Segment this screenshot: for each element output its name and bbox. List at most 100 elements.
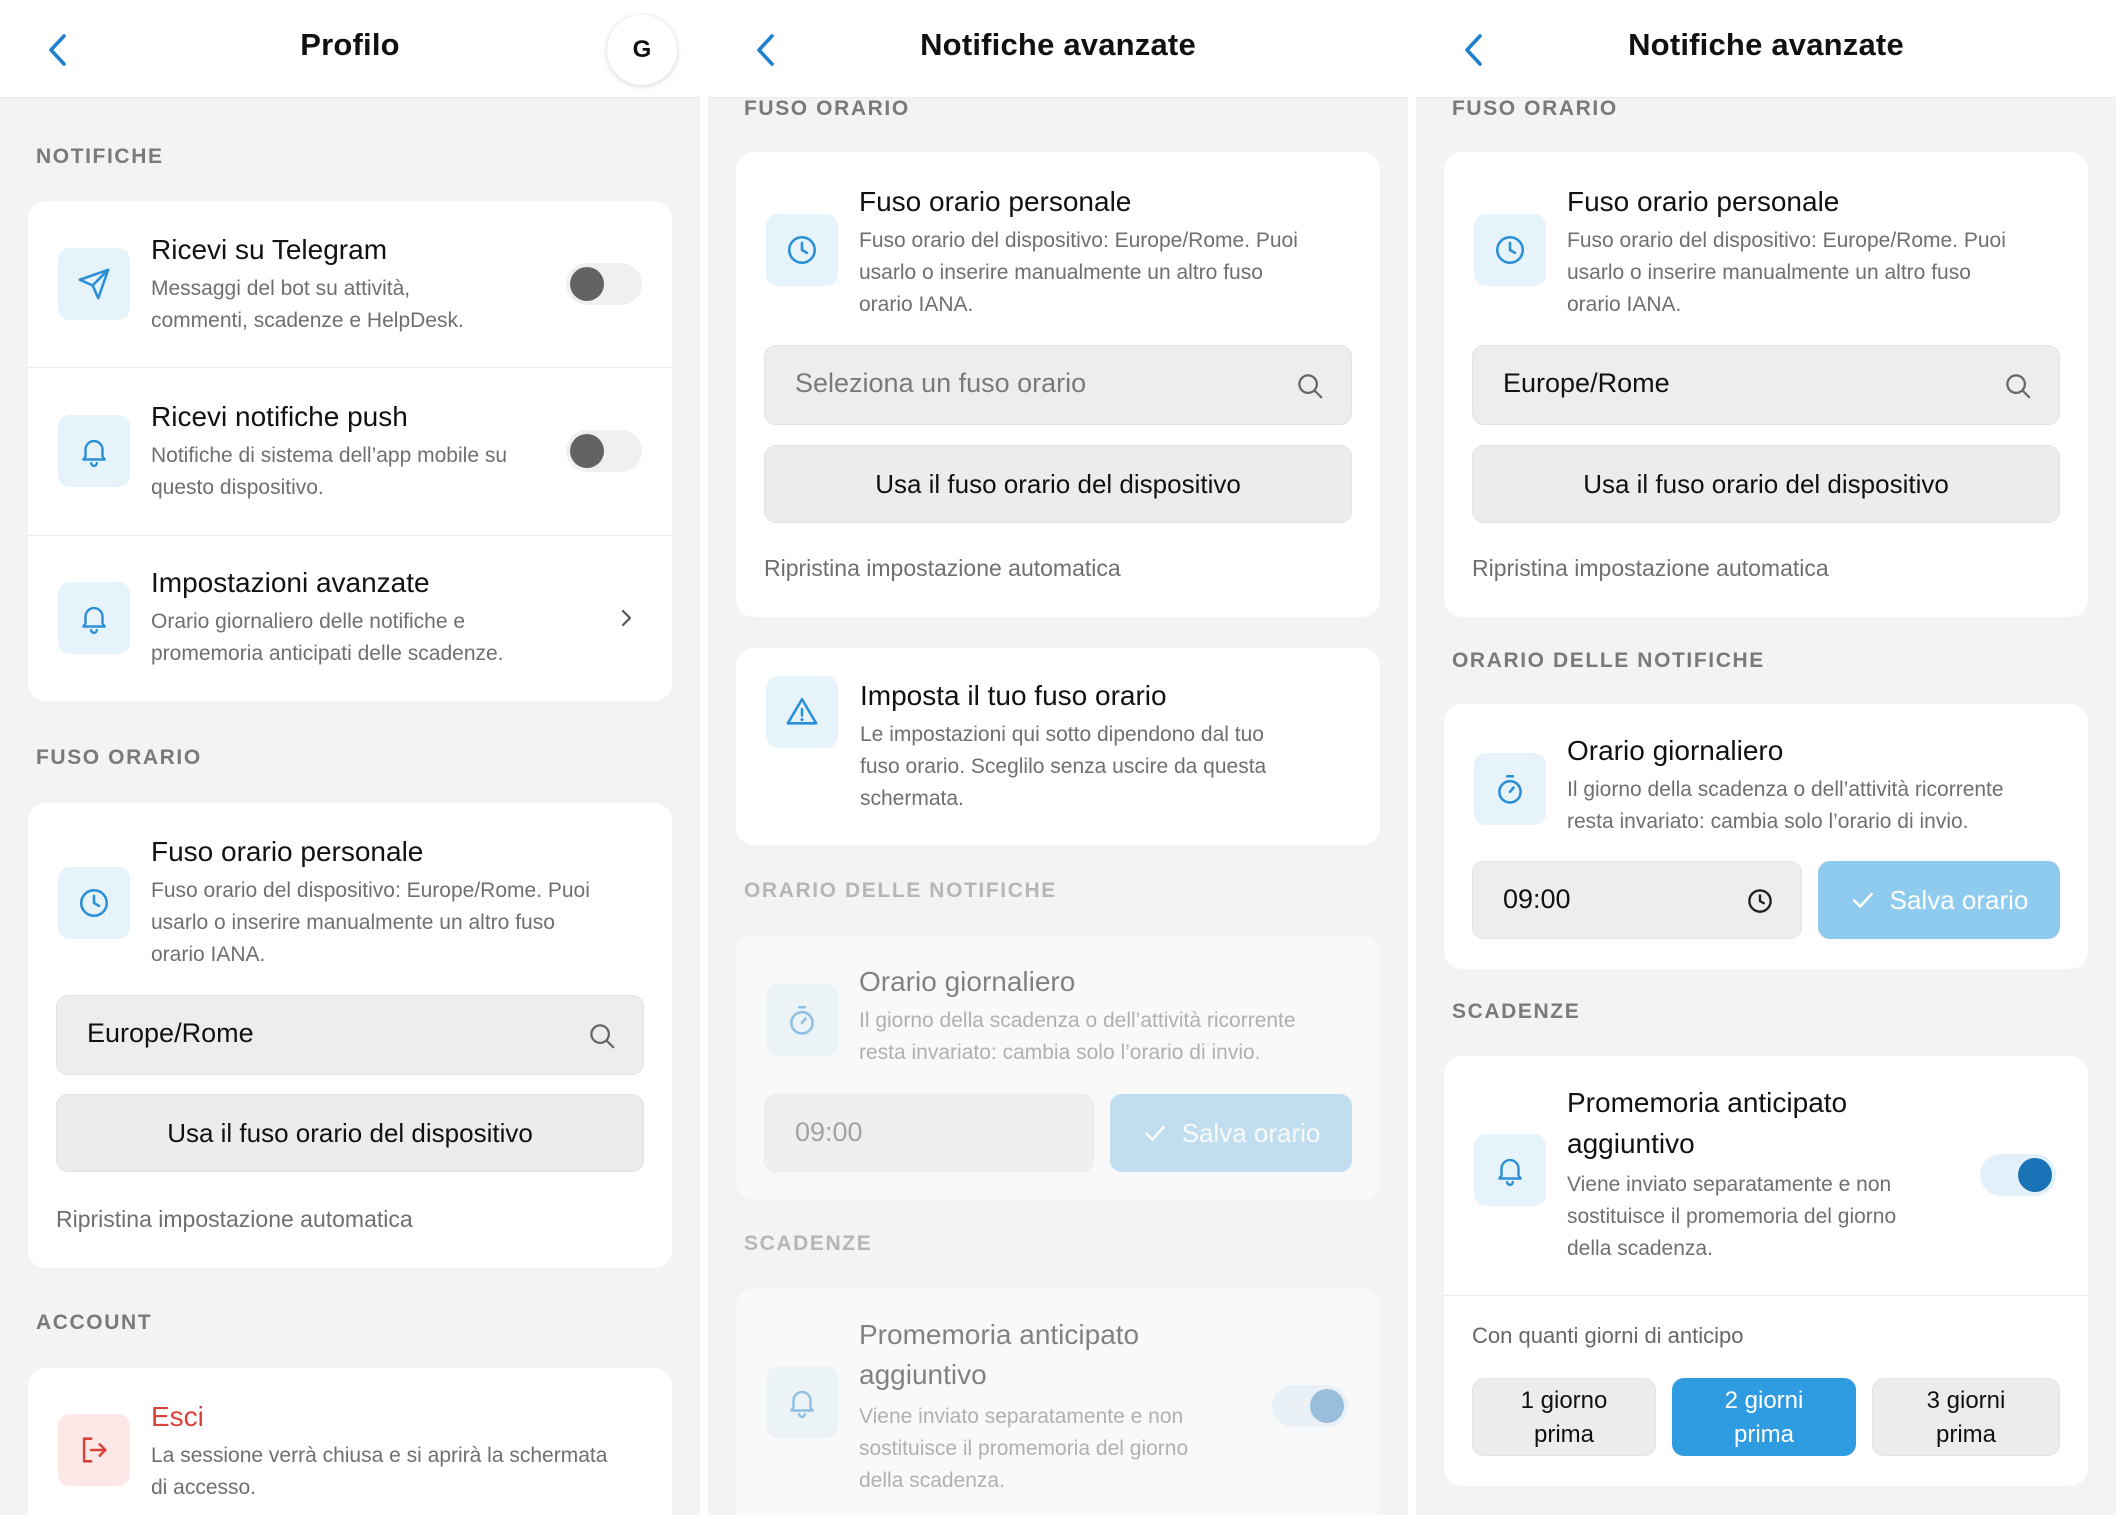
warning-icon [786,697,818,725]
icon-box [766,984,838,1056]
row-desc: Notifiche di sistema dell’app mobile su [151,444,508,467]
option-3-days[interactable]: 3 giorni prima [1872,1378,2060,1456]
timezone-input[interactable]: Europe/Rome [56,995,644,1075]
timezone-value: Europe/Rome [87,1018,254,1048]
row-desc: Fuso orario del dispositivo: Europe/Rome… [151,879,590,902]
avatar[interactable]: G [607,15,677,85]
use-device-timezone-button[interactable]: Usa il fuso orario del dispositivo [1472,445,2060,523]
clock-icon [1495,235,1525,265]
profile-screen: Profilo G NOTIFICHE Ricevi su Telegram M… [0,0,700,1515]
search-icon [1298,374,1323,399]
time-input[interactable]: 09:00 [1472,861,1802,939]
icon-box [766,1366,838,1438]
icon-box [58,1414,130,1486]
row-title: Orario giornaliero [1567,735,1784,766]
use-device-timezone-button[interactable]: Usa il fuso orario del dispositivo [764,445,1352,523]
icon-box [1474,214,1546,286]
row-title: Ricevi notifiche push [151,401,408,432]
option-line: prima [1533,1421,1594,1448]
timezone-card: Fuso orario personale Fuso orario del di… [1444,152,2088,617]
row-desc: sostituisce il promemoria del giorno [859,1437,1189,1460]
row-desc: resta invariato: cambia solo l’orario di… [859,1041,1261,1064]
page-title: Notifiche avanzate [1628,27,1904,62]
clock-icon [79,888,109,918]
advanced-notifications-screen: FUSO ORARIO Fuso orario personale Fuso o… [708,0,1408,1515]
timezone-input[interactable]: Seleziona un fuso orario [764,345,1352,425]
reminder-toggle[interactable] [1272,1385,1348,1427]
timezone-warning-card: Imposta il tuo fuso orario Le impostazio… [736,648,1380,845]
option-line: 2 giorni [1724,1387,1804,1414]
daily-time-card: Orario giornaliero Il giorno della scade… [736,935,1380,1200]
chevron-right-icon [621,609,632,627]
page-title: Profilo [300,27,400,62]
section-scadenze: SCADENZE [1452,1000,1581,1023]
icon-box [766,676,838,748]
section-scadenze: SCADENZE [744,1232,873,1255]
search-icon [590,1024,615,1049]
icon-box [1474,1134,1546,1206]
reminder-card: Promemoria anticipato aggiuntivo Viene i… [1444,1056,2088,1486]
push-toggle[interactable] [566,430,642,472]
logout-card[interactable]: Esci La sessione verrà chiusa e si aprir… [28,1368,672,1515]
reset-automatic-link[interactable]: Ripristina impostazione automatica [1472,555,1829,582]
row-desc: della scadenza. [1567,1237,1713,1260]
row-desc: fuso orario. Sceglilo senza uscire da qu… [860,755,1267,778]
row-desc: questo dispositivo. [151,476,324,499]
push-row[interactable]: Ricevi notifiche push Notifiche di siste… [28,368,672,534]
option-line: prima [1935,1421,1996,1448]
row-desc: commenti, scadenze e HelpDesk. [151,309,464,332]
row-title: Fuso orario personale [859,186,1132,217]
stopwatch-icon [790,1005,814,1035]
row-desc: promemoria anticipati delle scadenze. [151,642,504,665]
row-desc: usarlo o inserire manualmente un altro f… [859,261,1263,284]
section-orario: ORARIO DELLE NOTIFICHE [744,879,1057,902]
option-1-day[interactable]: 1 giorno prima [1472,1378,1656,1456]
row-title: Promemoria anticipato [859,1319,1140,1350]
save-time-button[interactable]: Salva orario [1818,861,2060,939]
row-desc: schermata. [860,787,964,810]
row-desc: orario IANA. [1567,293,1682,316]
advanced-settings-row[interactable]: Impostazioni avanzate Orario giornaliero… [28,536,672,701]
row-desc: della scadenza. [859,1469,1005,1492]
option-line: prima [1733,1421,1794,1448]
check-icon [1852,892,1873,908]
advanced-notifications-screen: FUSO ORARIO Fuso orario personale Fuso o… [1416,0,2116,1515]
row-desc: Le impostazioni qui sotto dipendono dal … [860,723,1264,746]
row-title: Ricevi su Telegram [151,234,388,265]
check-icon [1144,1125,1165,1141]
time-value: 09:00 [1503,884,1571,914]
row-desc: resta invariato: cambia solo l’orario di… [1567,810,1969,833]
telegram-row[interactable]: Ricevi su Telegram Messaggi del bot su a… [28,201,672,367]
section-fuso-orario: FUSO ORARIO [1452,97,1618,120]
option-2-days[interactable]: 2 giorni prima [1672,1378,1856,1456]
row-desc: La sessione verrà chiusa e si aprirà la … [151,1444,608,1467]
row-desc: Viene inviato separatamente e non [859,1405,1184,1428]
row-desc: Viene inviato separatamente e non [1567,1173,1892,1196]
save-time-button[interactable]: Salva orario [1110,1094,1352,1172]
stopwatch-icon [1498,774,1522,804]
row-title: aggiuntivo [1567,1128,1695,1159]
row-desc: Il giorno della scadenza o dell’attività… [1567,778,2004,801]
reset-automatic-link[interactable]: Ripristina impostazione automatica [764,555,1121,582]
reset-automatic-link[interactable]: Ripristina impostazione automatica [56,1206,413,1233]
timezone-input[interactable]: Europe/Rome [1472,345,2060,425]
send-icon [78,268,110,300]
header: Notifiche avanzate [708,0,1408,98]
time-input[interactable]: 09:00 [764,1094,1094,1172]
days-label: Con quanti giorni di anticipo [1472,1323,1744,1348]
row-title: Impostazioni avanzate [151,567,430,598]
save-time-label: Salva orario [1181,1117,1321,1148]
row-desc: usarlo o inserire manualmente un altro f… [151,911,555,934]
option-line: 3 giorni [1926,1387,2006,1414]
telegram-toggle[interactable] [566,263,642,305]
row-title: Orario giornaliero [859,966,1076,997]
bell-icon [82,439,106,468]
section-account: ACCOUNT [36,1311,153,1334]
bell-icon [790,1390,814,1419]
header: Notifiche avanzate [1416,0,2116,98]
row-desc: orario IANA. [859,293,974,316]
timezone-card: Fuso orario personale Fuso orario del di… [736,152,1380,617]
reminder-card: Promemoria anticipato aggiuntivo Viene i… [736,1288,1380,1515]
use-device-timezone-button[interactable]: Usa il fuso orario del dispositivo [56,1094,644,1172]
reminder-toggle[interactable] [1980,1154,2056,1196]
